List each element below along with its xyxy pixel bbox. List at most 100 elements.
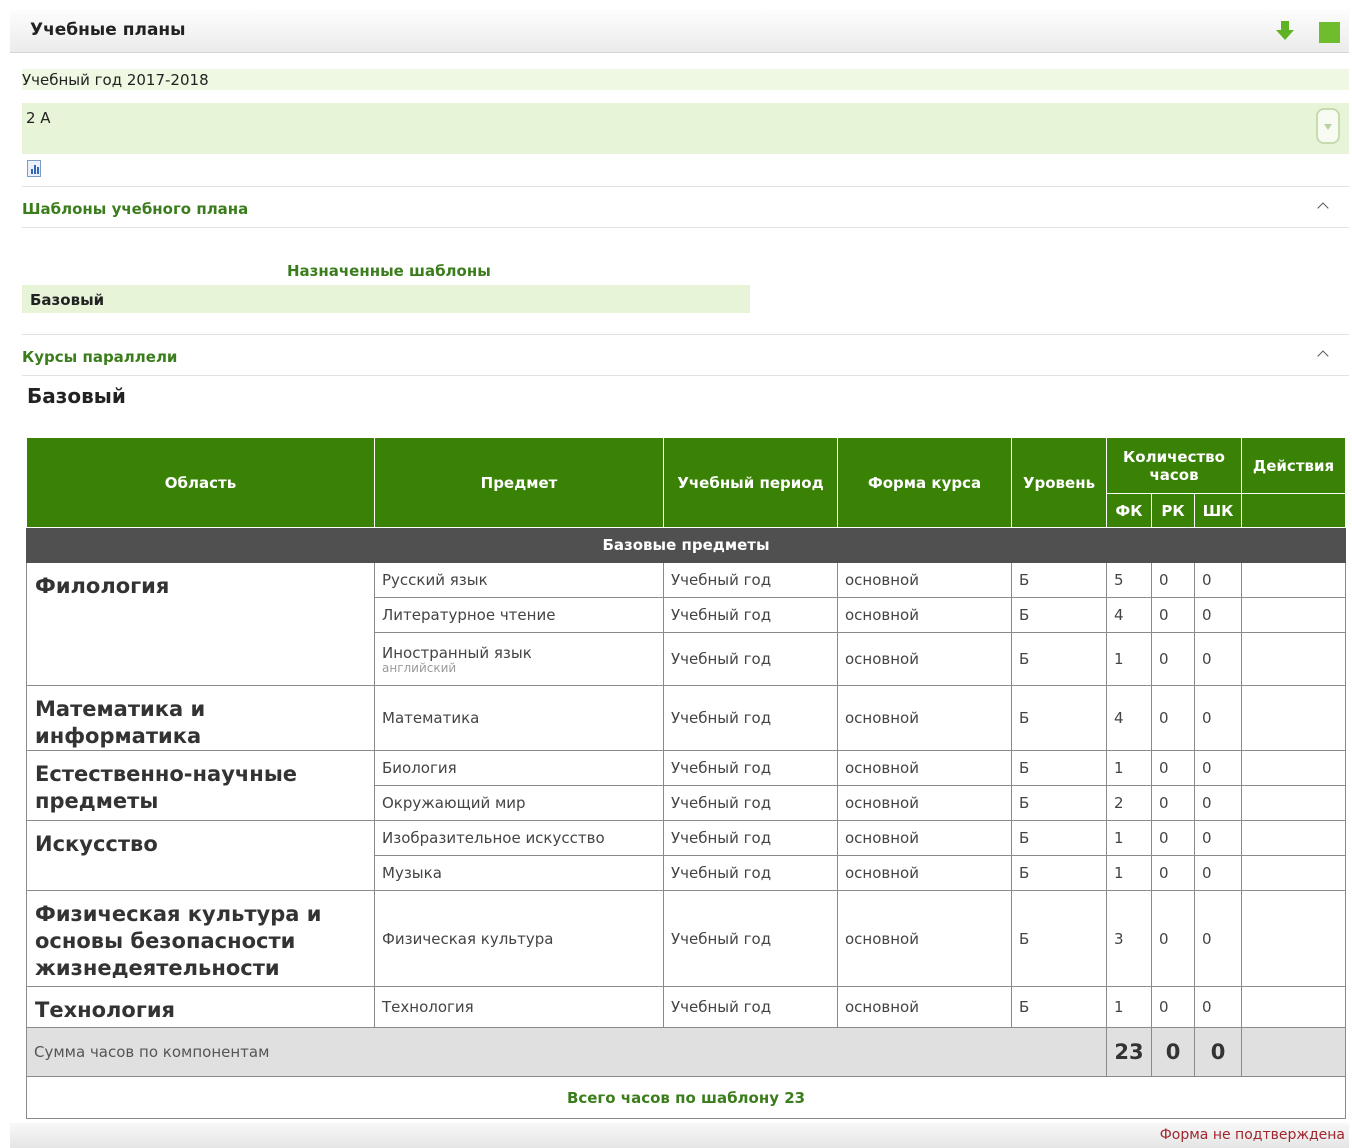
- actions-cell: [1241, 785, 1347, 821]
- form-cell: основной: [837, 750, 1012, 786]
- courses-section-header[interactable]: Курсы параллели: [22, 334, 1349, 376]
- level-cell: Б: [1011, 820, 1107, 856]
- green-square-icon[interactable]: [1315, 18, 1341, 44]
- form-cell: основной: [837, 597, 1012, 633]
- header-form: Форма курса: [837, 437, 1012, 528]
- level-cell: Б: [1011, 785, 1107, 821]
- assigned-template-item[interactable]: Базовый: [22, 285, 750, 313]
- form-cell: основной: [837, 890, 1012, 987]
- shk-cell: 0: [1193, 785, 1243, 821]
- status-text: Форма не подтверждена: [1159, 1127, 1345, 1143]
- period-cell: Учебный год: [663, 750, 838, 786]
- actions-cell: [1241, 632, 1347, 686]
- form-cell: основной: [837, 562, 1012, 598]
- level-cell: Б: [1011, 855, 1107, 891]
- total-label: Всего часов по шаблону 23: [25, 1076, 1347, 1119]
- level-cell: Б: [1011, 597, 1107, 633]
- subject-cell: Технология: [374, 986, 664, 1028]
- collapse-icon[interactable]: [1317, 350, 1329, 362]
- rk-cell: 0: [1151, 820, 1195, 856]
- rk-cell: 0: [1151, 750, 1195, 786]
- arrow-down-icon[interactable]: [1272, 18, 1298, 44]
- period-cell: Учебный год: [663, 562, 838, 598]
- subject-cell: Биология: [374, 750, 664, 786]
- form-cell: основной: [837, 820, 1012, 856]
- area-cell: Естественно-научные предметы: [26, 750, 375, 821]
- table-row: Физическая культура и основы безопасност…: [26, 890, 1347, 987]
- shk-cell: 0: [1193, 750, 1243, 786]
- fk-cell: 1: [1106, 855, 1152, 891]
- courses-section-title: Курсы параллели: [22, 348, 178, 366]
- school-year-filter[interactable]: Учебный год 2017-2018: [22, 69, 1349, 90]
- status-bar: Форма не подтверждена: [10, 1123, 1349, 1148]
- subject-label: Иностранный язык: [382, 643, 532, 662]
- class-filter[interactable]: 2 А: [22, 103, 1349, 154]
- header-actions-sub: [1241, 493, 1347, 528]
- form-cell: основной: [837, 632, 1012, 686]
- assigned-templates-title: Назначенные шаблоны: [287, 262, 491, 280]
- header-hours: Количество часов: [1105, 437, 1243, 494]
- group-title: Базовые предметы: [25, 527, 1347, 563]
- class-label: 2 А: [26, 109, 51, 127]
- rk-cell: 0: [1151, 597, 1195, 633]
- period-cell: Учебный год: [663, 785, 838, 821]
- area-cell: Математика и информатика: [26, 685, 375, 751]
- header-area: Область: [26, 437, 375, 528]
- templates-section-title: Шаблоны учебного плана: [22, 200, 249, 218]
- header-level: Уровень: [1011, 437, 1107, 528]
- form-cell: основной: [837, 685, 1012, 751]
- form-cell: основной: [837, 855, 1012, 891]
- collapse-icon[interactable]: [1317, 202, 1329, 214]
- subject-cell: Изобразительное искусство: [374, 820, 664, 856]
- shk-cell: 0: [1193, 986, 1243, 1028]
- shk-cell: 0: [1193, 562, 1243, 598]
- period-cell: Учебный год: [663, 820, 838, 856]
- subject-cell: Русский язык: [374, 562, 664, 598]
- header-period: Учебный период: [663, 437, 838, 528]
- level-cell: Б: [1011, 632, 1107, 686]
- area-cell: Физическая культура и основы безопасност…: [26, 890, 375, 987]
- fk-cell: 3: [1106, 890, 1152, 987]
- form-cell: основной: [837, 785, 1012, 821]
- header-rk: РК: [1151, 493, 1195, 528]
- sum-actions: [1241, 1027, 1347, 1077]
- level-cell: Б: [1011, 562, 1107, 598]
- shk-cell: 0: [1193, 632, 1243, 686]
- actions-cell: [1241, 597, 1347, 633]
- subject-cell: Окружающий мир: [374, 785, 664, 821]
- area-cell: Филология: [26, 562, 375, 686]
- fk-cell: 1: [1106, 632, 1152, 686]
- shk-cell: 0: [1193, 855, 1243, 891]
- page-title: Учебные планы: [30, 20, 186, 40]
- fk-cell: 1: [1106, 750, 1152, 786]
- period-cell: Учебный год: [663, 855, 838, 891]
- subject-cell: Математика: [374, 685, 664, 751]
- area-cell: Технология: [26, 986, 375, 1028]
- level-cell: Б: [1011, 986, 1107, 1028]
- total-row: Всего часов по шаблону 23: [25, 1076, 1347, 1119]
- rk-cell: 0: [1151, 890, 1195, 987]
- templates-section-header[interactable]: Шаблоны учебного плана: [22, 186, 1349, 228]
- actions-cell: [1241, 855, 1347, 891]
- rk-cell: 0: [1151, 986, 1195, 1028]
- subject-label: Литературное чтение: [382, 606, 556, 624]
- actions-cell: [1241, 890, 1347, 987]
- rk-cell: 0: [1151, 855, 1195, 891]
- header-fk: ФК: [1106, 493, 1152, 528]
- rk-cell: 0: [1151, 685, 1195, 751]
- report-icon[interactable]: [27, 160, 41, 177]
- subject-cell: Физическая культура: [374, 890, 664, 987]
- period-cell: Учебный год: [663, 890, 838, 987]
- level-cell: Б: [1011, 750, 1107, 786]
- fk-cell: 4: [1106, 597, 1152, 633]
- sum-label: Сумма часов по компонентам: [26, 1027, 1107, 1077]
- chevron-down-icon[interactable]: [1316, 108, 1340, 144]
- level-cell: Б: [1011, 890, 1107, 987]
- title-bar: Учебные планы: [10, 10, 1349, 53]
- fk-cell: 4: [1106, 685, 1152, 751]
- fk-cell: 2: [1106, 785, 1152, 821]
- fk-cell: 5: [1106, 562, 1152, 598]
- shk-cell: 0: [1193, 820, 1243, 856]
- area-cell: Искусство: [26, 820, 375, 891]
- subject-label: Биология: [382, 759, 457, 777]
